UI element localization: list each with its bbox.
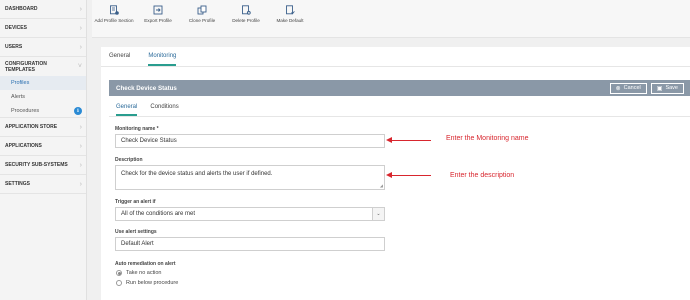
chevron-right-icon: › xyxy=(79,180,82,188)
alert-settings-label: Use alert settings xyxy=(115,229,157,235)
monitoring-name-input[interactable]: Check Device Status xyxy=(115,134,385,148)
export-profile-label: Export Profile xyxy=(144,18,172,23)
make-default-button[interactable]: Make Default xyxy=(268,0,312,37)
radio-take-no-action[interactable]: Take no action xyxy=(116,270,161,276)
sidebar-item-label: APPLICATION STORE xyxy=(5,124,58,130)
tab-general[interactable]: General xyxy=(109,47,138,66)
chevron-right-icon: › xyxy=(79,24,82,32)
sidebar-item-label: USERS xyxy=(5,44,23,50)
trigger-selected-value: All of the conditions are met xyxy=(121,211,196,217)
panel-title: Check Device Status xyxy=(116,84,177,92)
chevron-right-icon: › xyxy=(79,161,82,169)
cancel-button[interactable]: ⊗ Cancel xyxy=(609,82,647,94)
auto-remediation-label: Auto remediation on alert xyxy=(115,261,176,267)
radio-checked-icon xyxy=(116,270,122,276)
sidebar-item-applications[interactable]: APPLICATIONS › xyxy=(0,137,86,156)
sidebar-item-label: SETTINGS xyxy=(5,181,31,187)
save-icon: ▣ xyxy=(656,85,663,92)
add-profile-section-button[interactable]: Add Profile Section xyxy=(92,0,136,37)
chevron-down-icon[interactable]: ⌄ xyxy=(372,208,384,220)
tab-monitoring[interactable]: Monitoring xyxy=(148,47,177,66)
export-icon xyxy=(153,5,163,15)
sidebar-item-users[interactable]: USERS › xyxy=(0,38,86,57)
sidebar-item-settings[interactable]: SETTINGS › xyxy=(0,175,86,194)
sidebar-item-label: SECURITY SUB-SYSTEMS xyxy=(5,162,68,168)
annotation-arrow-description xyxy=(391,175,431,176)
monitoring-name-label: Monitoring name * xyxy=(115,126,159,132)
description-label: Description xyxy=(115,157,143,163)
delete-profile-button[interactable]: Delete Profile xyxy=(224,0,268,37)
chevron-right-icon: › xyxy=(79,43,82,51)
chevron-right-icon: › xyxy=(79,5,82,13)
sidebar-item-application-store[interactable]: APPLICATION STORE › xyxy=(0,118,86,137)
profile-tabs: General Monitoring xyxy=(101,47,690,67)
resize-handle-icon[interactable]: ◢ xyxy=(380,183,383,188)
add-document-icon xyxy=(110,5,119,15)
alert-settings-input[interactable]: Default Alert xyxy=(115,237,385,251)
sidebar-item-label: Procedures xyxy=(11,107,40,114)
sidebar-item-profiles[interactable]: Profiles xyxy=(0,76,86,90)
clone-profile-button[interactable]: Clone Profile xyxy=(180,0,224,37)
sidebar-item-label: APPLICATIONS xyxy=(5,143,42,149)
chevron-right-icon: › xyxy=(79,142,82,150)
sidebar-item-dashboard[interactable]: DASHBOARD › xyxy=(0,0,86,19)
sidebar: DASHBOARD › DEVICES › USERS › CONFIGURATION… xyxy=(0,0,87,300)
app-window: DASHBOARD › DEVICES › USERS › CONFIGURATION… xyxy=(0,0,690,300)
sidebar-item-alerts[interactable]: Alerts xyxy=(0,90,86,104)
sidebar-item-label: DASHBOARD xyxy=(5,6,38,12)
make-default-label: Make Default xyxy=(276,18,304,23)
delete-profile-label: Delete Profile xyxy=(232,18,260,23)
sidebar-item-label: DEVICES xyxy=(5,25,27,31)
radio-label: Take no action xyxy=(126,270,162,276)
delete-document-icon xyxy=(242,5,251,15)
sidebar-item-procedures[interactable]: Procedures i xyxy=(0,104,86,118)
close-circle-icon: ⊗ xyxy=(615,85,621,92)
toolbar: Add Profile Section Export Profile Clone… xyxy=(92,0,690,38)
main-content: General Monitoring Check Device Status ⊗… xyxy=(101,47,690,300)
sidebar-item-label: CONFIGURATION TEMPLATES xyxy=(5,60,47,73)
trigger-select[interactable]: All of the conditions are met ⌄ xyxy=(115,207,385,221)
export-profile-button[interactable]: Export Profile xyxy=(136,0,180,37)
add-profile-section-label: Add Profile Section xyxy=(94,18,134,23)
annotation-arrow-name xyxy=(391,140,431,141)
sidebar-item-devices[interactable]: DEVICES › xyxy=(0,19,86,38)
description-text: Check for the device status and alerts t… xyxy=(121,171,273,177)
info-icon[interactable]: i xyxy=(74,106,82,115)
save-button[interactable]: ▣ Save xyxy=(650,82,684,94)
monitoring-tabs: General Conditions xyxy=(109,97,690,117)
description-textarea[interactable]: Check for the device status and alerts t… xyxy=(115,165,385,190)
save-label: Save xyxy=(665,85,678,91)
cancel-label: Cancel xyxy=(623,85,641,91)
sidebar-item-label: Alerts xyxy=(11,94,26,100)
clone-icon xyxy=(197,5,207,15)
tab-conditions[interactable]: Conditions xyxy=(150,97,178,116)
annotation-description-note: Enter the description xyxy=(450,172,515,179)
annotation-name-note: Enter the Monitoring name xyxy=(446,135,529,142)
radio-run-procedure[interactable]: Run below procedure xyxy=(116,280,178,286)
tab-general[interactable]: General xyxy=(116,97,138,116)
chevron-down-icon: ˅ xyxy=(77,63,82,70)
panel-header: Check Device Status ⊗ Cancel ▣ Save xyxy=(109,80,690,96)
chevron-right-icon: › xyxy=(79,123,82,131)
radio-unchecked-icon xyxy=(116,280,122,286)
sidebar-item-security-sub-systems[interactable]: SECURITY SUB-SYSTEMS › xyxy=(0,156,86,175)
clone-profile-label: Clone Profile xyxy=(188,18,216,23)
default-icon xyxy=(286,5,295,15)
sidebar-item-label: Profiles xyxy=(11,80,30,86)
trigger-label: Trigger an alert if xyxy=(115,199,156,205)
radio-label: Run below procedure xyxy=(126,280,179,286)
sidebar-item-configuration-templates[interactable]: CONFIGURATION TEMPLATES ˅ xyxy=(0,57,86,76)
